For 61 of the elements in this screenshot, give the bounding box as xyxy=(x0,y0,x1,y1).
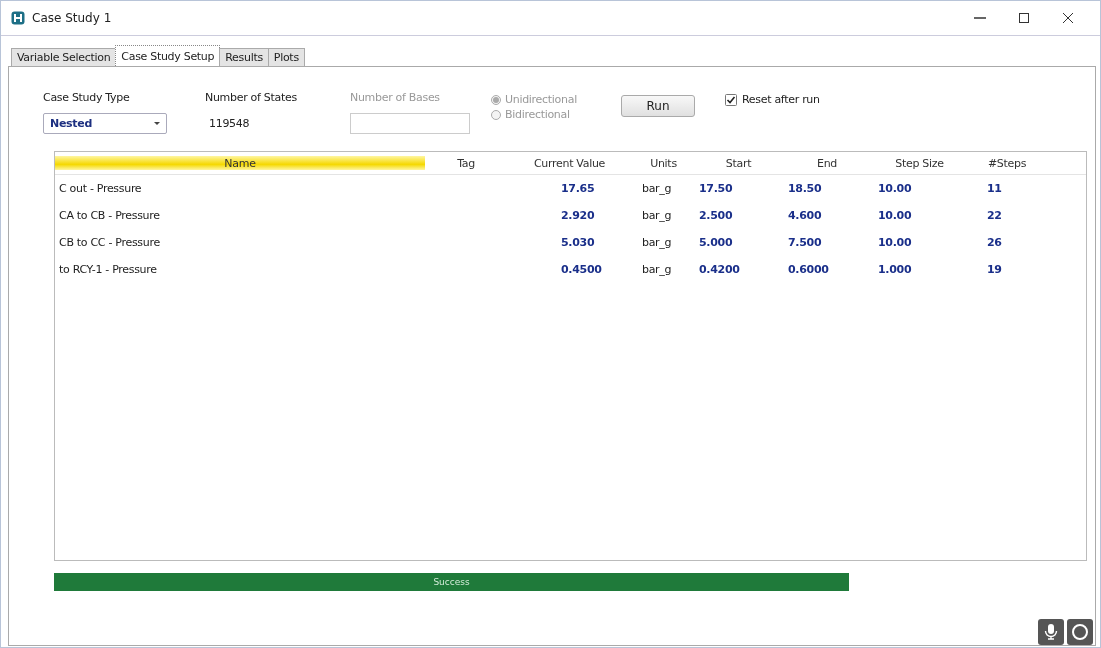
table-cell: 18.50 xyxy=(788,182,822,195)
field-label: Number of Bases xyxy=(350,91,441,105)
table-cell: bar_g xyxy=(642,209,672,222)
table-cell: 19 xyxy=(987,263,1002,276)
table-cell: 2.500 xyxy=(699,209,733,222)
table-cell: 26 xyxy=(987,236,1002,249)
column-header[interactable]: Start xyxy=(695,152,782,174)
close-icon xyxy=(1062,12,1074,24)
column-header[interactable]: Tag xyxy=(425,152,507,174)
microphone-button[interactable] xyxy=(1038,619,1064,645)
table-cell: 5.030 xyxy=(561,236,595,249)
window-title: Case Study 1 xyxy=(32,11,113,25)
column-header[interactable]: Name xyxy=(55,156,425,170)
radio-label: Bidirectional xyxy=(505,108,570,121)
field-label: Number of States xyxy=(205,91,298,105)
tab[interactable]: Variable Selection xyxy=(11,48,117,66)
table-cell: CB to CC - Pressure xyxy=(59,236,160,249)
table-cell: 10.00 xyxy=(878,236,912,249)
maximize-icon xyxy=(1018,12,1030,24)
column-header[interactable]: Units xyxy=(632,152,695,174)
table-cell: 17.65 xyxy=(561,182,595,195)
number-of-states-value: 119548 xyxy=(208,116,251,132)
minimize-icon xyxy=(974,17,986,19)
run-button[interactable]: Run xyxy=(621,95,695,117)
table-cell: 22 xyxy=(987,209,1002,222)
column-header[interactable]: Step Size xyxy=(872,152,967,174)
table-cell: CA to CB - Pressure xyxy=(59,209,160,222)
table-cell: bar_g xyxy=(642,182,672,195)
table-cell: 2.920 xyxy=(561,209,595,222)
checkbox-label: Reset after run xyxy=(742,93,820,106)
radio-label: Unidirectional xyxy=(505,93,577,106)
progress-text: Success xyxy=(432,576,471,589)
table-cell: C out - Pressure xyxy=(59,182,142,195)
column-header[interactable]: Current Value xyxy=(507,152,632,174)
table-cell: to RCY-1 - Pressure xyxy=(59,263,157,276)
field-label: Case Study Type xyxy=(43,91,131,105)
case-study-type-dropdown[interactable]: Nested xyxy=(43,113,167,134)
table-cell: 10.00 xyxy=(878,182,912,195)
checkbox[interactable] xyxy=(725,93,737,106)
tab[interactable]: Results xyxy=(219,48,269,66)
column-header[interactable]: #Steps xyxy=(967,152,1047,174)
table-cell: 10.00 xyxy=(878,209,912,222)
table-cell: 0.4200 xyxy=(699,263,740,276)
table-cell: 17.50 xyxy=(699,182,733,195)
app-logo-icon xyxy=(11,11,25,25)
caret-icon xyxy=(154,122,160,125)
table-cell: 0.4500 xyxy=(561,263,602,276)
table-cell: 4.600 xyxy=(788,209,822,222)
tab[interactable]: Case Study Setup xyxy=(115,45,221,66)
table-cell: 0.6000 xyxy=(788,263,829,276)
table-cell: bar_g xyxy=(642,236,672,249)
tab[interactable]: Plots xyxy=(267,48,305,66)
ring-icon xyxy=(1071,623,1089,641)
table-cell: 7.500 xyxy=(788,236,822,249)
table-cell: bar_g xyxy=(642,263,672,276)
microphone-icon xyxy=(1044,624,1058,640)
table-cell: 11 xyxy=(987,182,1002,195)
table-cell: 5.000 xyxy=(699,236,733,249)
column-header[interactable]: End xyxy=(782,152,872,174)
refresh-button[interactable] xyxy=(1067,619,1093,645)
table-cell: 1.000 xyxy=(878,263,912,276)
